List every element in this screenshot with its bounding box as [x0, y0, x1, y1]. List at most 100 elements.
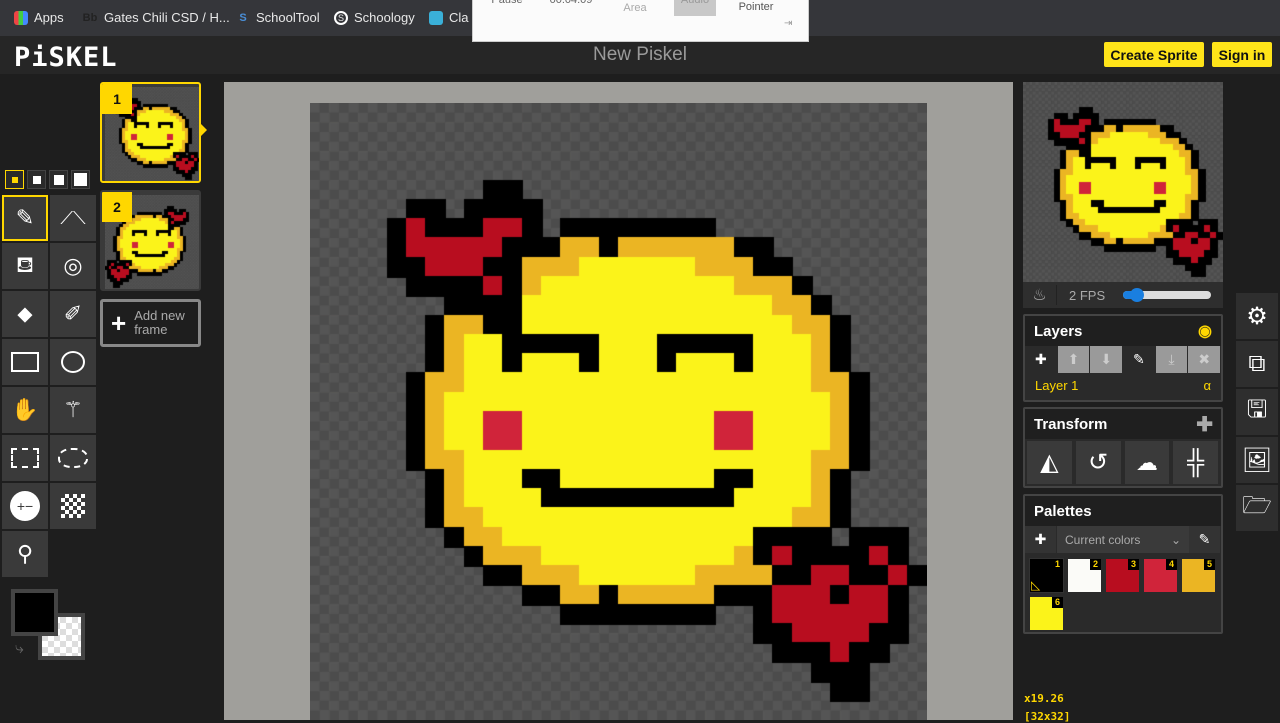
- add-layer-button[interactable]: ✚: [1025, 346, 1058, 373]
- sheep-icon: ☁: [1135, 449, 1158, 475]
- add-frame-label: Add new frame: [134, 308, 185, 337]
- add-palette-button[interactable]: ✚: [1025, 526, 1057, 553]
- swap-colors-icon[interactable]: ⤷: [15, 640, 24, 658]
- move-layer-down-button[interactable]: ⬇: [1090, 346, 1124, 373]
- bookmark-classroom[interactable]: Cla: [429, 10, 469, 25]
- swatch-number: 6: [1052, 597, 1063, 608]
- rotate-button[interactable]: ↺: [1075, 441, 1122, 484]
- shape-select-tool[interactable]: ⚚: [50, 387, 96, 433]
- sprite-canvas[interactable]: [310, 103, 927, 720]
- center-icon: ╬: [1187, 448, 1205, 476]
- rectangle-select-tool[interactable]: [2, 435, 48, 481]
- layer-name: Layer 1: [1035, 378, 1079, 393]
- settings-button[interactable]: ⚙: [1236, 293, 1278, 339]
- import-button[interactable]: 🗁: [1236, 485, 1278, 531]
- primary-color-swatch: [15, 593, 54, 632]
- move-layer-up-button[interactable]: ⬆: [1057, 346, 1091, 373]
- palette-swatch-4[interactable]: 4: [1144, 559, 1177, 592]
- dithering-tool[interactable]: [50, 483, 96, 529]
- lighten-icon: +−: [10, 491, 40, 521]
- fps-control: ♨ 2 FPS: [1023, 282, 1223, 308]
- lighten-tool[interactable]: +−: [2, 483, 48, 529]
- lasso-select-tool[interactable]: [50, 435, 96, 481]
- bookmark-label: Gates Chili CSD / H...: [104, 10, 230, 25]
- delete-layer-button[interactable]: ✖: [1188, 346, 1222, 373]
- resize-icon: ⧉: [1248, 350, 1266, 377]
- frame-1[interactable]: 1: [100, 82, 201, 183]
- bookmark-schooltool[interactable]: S SchoolTool: [236, 10, 320, 25]
- layer-item[interactable]: Layer 1 α: [1025, 373, 1221, 398]
- add-frame-button[interactable]: + Add new frame: [100, 299, 201, 347]
- audio-button[interactable]: Audio: [674, 0, 716, 16]
- palette-swatch-1[interactable]: 1 ◺: [1029, 558, 1064, 593]
- mirror-pen-tool[interactable]: ⟋⟍: [50, 195, 96, 241]
- mirror-pen-icon: ⟋⟍: [60, 207, 86, 228]
- plus-icon[interactable]: ✚: [1196, 412, 1213, 437]
- pen-size-3[interactable]: [49, 170, 68, 189]
- resize-button[interactable]: ⧉: [1236, 341, 1278, 387]
- primary-color-marker-icon: ◺: [1031, 578, 1041, 592]
- palette-select[interactable]: Current colors ⌄: [1057, 526, 1189, 553]
- chevron-down-icon: ⌄: [1170, 532, 1181, 547]
- palette-swatch-5[interactable]: 5: [1182, 559, 1215, 592]
- zoom-level: x19.26: [1024, 692, 1064, 705]
- pin-icon[interactable]: ⇥: [784, 18, 792, 29]
- color-picker-tool[interactable]: ⚲: [2, 531, 48, 577]
- bookmark-label: SchoolTool: [256, 10, 320, 25]
- palette-swatch-2[interactable]: 2: [1068, 559, 1101, 592]
- onion-skin-icon[interactable]: ♨: [1023, 285, 1057, 305]
- bookmark-schoology[interactable]: S Schoology: [334, 10, 415, 25]
- frame-number: 1: [102, 84, 132, 114]
- frame-2[interactable]: 2: [100, 190, 201, 291]
- pen-icon: ✎: [15, 205, 35, 230]
- save-button[interactable]: 🖫: [1236, 389, 1278, 435]
- fps-slider[interactable]: [1123, 288, 1212, 302]
- center-button[interactable]: ╬: [1173, 441, 1219, 484]
- pen-tool[interactable]: ✎: [2, 195, 48, 241]
- merge-layer-button[interactable]: ⤓: [1155, 346, 1189, 373]
- pointer-button[interactable]: Pointer: [726, 1, 786, 17]
- pen-size-1[interactable]: [5, 170, 24, 189]
- rectangle-tool[interactable]: [2, 339, 48, 385]
- paint-same-color-tool[interactable]: ◎: [50, 243, 96, 289]
- area-button[interactable]: Area: [605, 2, 665, 18]
- export-button[interactable]: 🖼: [1236, 437, 1278, 483]
- layer-opacity-button[interactable]: α: [1203, 378, 1211, 393]
- swatch-number: 3: [1128, 559, 1139, 570]
- palette-swatches: 1 ◺ 2 3 4 5 6: [1025, 553, 1221, 633]
- edit-layer-button[interactable]: ✎: [1123, 346, 1156, 373]
- fps-slider-handle[interactable]: [1130, 288, 1145, 302]
- swatch-number: 2: [1090, 559, 1101, 570]
- frame-number: 2: [102, 192, 132, 222]
- circle-tool[interactable]: [50, 339, 96, 385]
- primary-color[interactable]: [11, 589, 58, 636]
- pause-button[interactable]: Pause: [477, 0, 537, 10]
- pen-size-2[interactable]: [27, 170, 46, 189]
- bookmark-label: Schoology: [354, 10, 415, 25]
- bookmark-gates-chili[interactable]: Bb Gates Chili CSD / H...: [82, 10, 230, 25]
- edit-palette-button[interactable]: ✎: [1189, 526, 1221, 553]
- sign-in-button[interactable]: Sign in: [1212, 42, 1272, 67]
- palette-swatch-6[interactable]: 6: [1030, 597, 1063, 630]
- flip-button[interactable]: ◭: [1027, 441, 1073, 484]
- circle-icon: [61, 351, 85, 373]
- stroke-tool[interactable]: ✐: [50, 291, 96, 337]
- blackboard-icon: Bb: [82, 11, 98, 24]
- create-sprite-button[interactable]: Create Sprite: [1104, 42, 1204, 67]
- palette-select-value: Current colors: [1065, 532, 1141, 547]
- bookmark-apps[interactable]: Apps: [14, 10, 64, 25]
- schooltool-icon: S: [239, 11, 247, 24]
- swatch-number: 4: [1166, 559, 1177, 570]
- paint-bucket-tool[interactable]: ⛾: [2, 243, 48, 289]
- eraser-tool[interactable]: ⬥: [2, 291, 48, 337]
- piskel-logo[interactable]: PiSKEL: [14, 42, 118, 73]
- schoology-icon: S: [334, 10, 348, 25]
- stroke-icon: ✐: [63, 301, 83, 326]
- eyedropper-icon: ⚲: [16, 541, 34, 566]
- palette-swatch-3[interactable]: 3: [1106, 559, 1139, 592]
- pen-size-4[interactable]: [71, 170, 90, 189]
- move-tool[interactable]: ✋: [2, 387, 48, 433]
- eye-icon[interactable]: ◉: [1198, 321, 1212, 341]
- clone-button[interactable]: ☁: [1124, 441, 1171, 484]
- gear-icon: ⚙: [1246, 302, 1268, 330]
